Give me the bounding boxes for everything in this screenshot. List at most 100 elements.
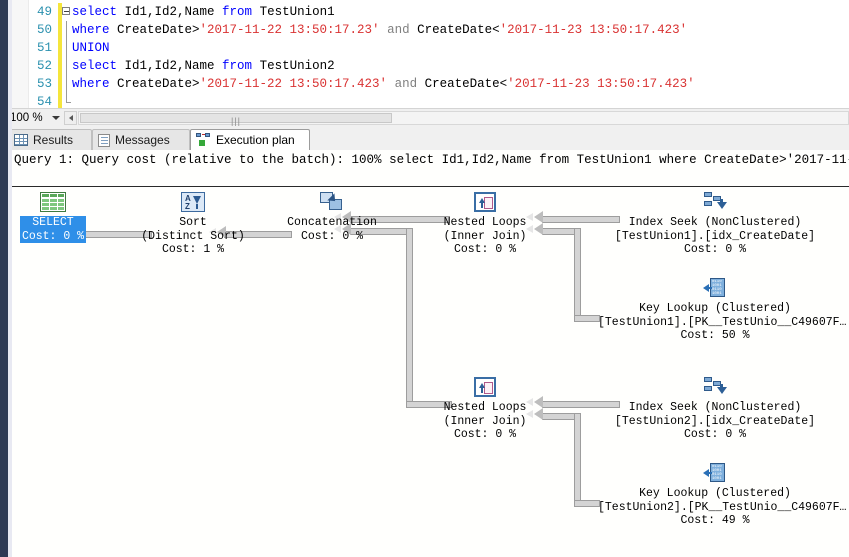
plan-node-sort[interactable]: AZ Sort (Distinct Sort) Cost: 1 % — [127, 192, 259, 257]
plan-node-index-seek-1-line-1: Index Seek (NonClustered) — [628, 216, 802, 229]
plan-header-line-2: select Id1,Id2,Name from TestUnion1 wher… — [389, 153, 849, 167]
hscroll-grip-icon: ||| — [231, 116, 242, 126]
plan-node-sort-line-3: Cost: 1 % — [161, 243, 225, 256]
line-number: 51 — [36, 41, 52, 55]
plan-node-key-lookup-1-line-3: Cost: 50 % — [680, 329, 750, 342]
plan-node-sort-labels: Sort (Distinct Sort) Cost: 1 % — [127, 216, 259, 257]
plan-node-key-lookup-2-line-2: [TestUnion2].[PK__TestUnio__C49607F… — [598, 500, 847, 514]
hscroll-left-button[interactable] — [64, 111, 77, 125]
plan-node-index-seek-1[interactable]: Index Seek (NonClustered) [TestUnion1].[… — [598, 192, 832, 257]
plan-node-nested-loops-2[interactable]: Nested Loops (Inner Join) Cost: 0 % — [430, 377, 540, 442]
plan-node-key-lookup-2[interactable]: 0110 1001 0110 1001 Key Lookup (Clustered) … — [598, 463, 847, 528]
connector-loops2-to-lookup2[interactable] — [574, 500, 600, 507]
line-number: 49 — [36, 5, 52, 19]
plan-node-select-labels: SELECT Cost: 0 % — [19, 216, 87, 243]
plan-header: Query 1: Query cost (relative to the bat… — [14, 152, 849, 168]
ssms-query-window: 49 select Id1,Id2,Name from TestUnion1 50 w… — [0, 0, 849, 557]
plan-node-select-line-2: Cost: 0 % — [21, 229, 85, 243]
plan-node-sort-line-2: (Distinct Sort) — [141, 229, 245, 243]
plan-node-key-lookup-1-line-2: [TestUnion1].[PK__TestUnio__C49607F… — [598, 315, 847, 329]
plan-node-sort-line-1: Sort — [179, 216, 207, 229]
code-token: select — [72, 5, 125, 19]
code-line[interactable]: 54 — [12, 93, 849, 108]
tab-messages[interactable]: Messages — [92, 129, 190, 150]
plan-node-key-lookup-1[interactable]: 0110 1001 0110 1001 Key Lookup (Clustered) … — [598, 278, 847, 343]
code-line[interactable]: 50 where CreateDate>'2017-11-22 13:50:17.… — [12, 21, 849, 39]
execution-plan-canvas[interactable]: Query 1: Query cost (relative to the bat… — [12, 150, 849, 557]
code-token: UNION — [72, 41, 110, 55]
execution-plan-icon — [196, 133, 211, 147]
code-token: CreateDate< — [417, 23, 500, 37]
tab-results[interactable]: Results — [8, 129, 92, 150]
sql-code-editor[interactable]: 49 select Id1,Id2,Name from TestUnion1 50 w… — [12, 0, 849, 108]
nested-loops-icon — [474, 192, 496, 212]
plan-node-key-lookup-2-line-3: Cost: 49 % — [680, 514, 750, 527]
connector-loops1-to-lookup1[interactable] — [574, 315, 600, 322]
code-token: CreateDate< — [424, 77, 508, 91]
index-seek-icon — [703, 192, 727, 212]
plan-node-index-seek-1-line-3: Cost: 0 % — [683, 243, 747, 256]
code-token: and — [387, 77, 425, 91]
code-fold-line — [62, 39, 72, 57]
plan-node-index-seek-2-line-2: [TestUnion2].[idx_CreateDate] — [614, 414, 816, 428]
plan-node-nested-loops-2-line-1: Nested Loops — [443, 401, 527, 414]
window-left-gutter — [8, 0, 12, 557]
sort-icon: AZ — [181, 192, 205, 212]
connector-loops1-vertical[interactable] — [574, 228, 581, 322]
chevron-down-icon[interactable] — [52, 116, 60, 120]
code-fold-line — [62, 75, 72, 93]
key-lookup-icon: 0110 1001 0110 1001 — [703, 463, 727, 483]
connector-concat-vertical[interactable] — [406, 228, 413, 408]
connector-loops2-vertical[interactable] — [574, 413, 581, 507]
plan-node-index-seek-1-line-2: [TestUnion1].[idx_CreateDate] — [614, 229, 816, 243]
tab-results-label: Results — [33, 133, 74, 147]
code-token: select — [72, 59, 125, 73]
code-token: CreateDate> — [117, 23, 200, 37]
tab-execution-plan-label: Execution plan — [216, 133, 295, 147]
code-token: from — [222, 59, 260, 73]
code-token: Id1,Id2,Name — [124, 5, 223, 19]
code-token: where — [72, 77, 118, 91]
zoom-level-label: 100 % — [10, 112, 43, 124]
plan-node-concatenation[interactable]: Concatenation Cost: 0 % — [274, 192, 390, 243]
code-token: TestUnion2 — [259, 59, 335, 73]
line-number: 54 — [36, 95, 52, 108]
plan-node-key-lookup-2-line-1: Key Lookup (Clustered) — [639, 487, 791, 500]
plan-node-key-lookup-2-labels: Key Lookup (Clustered) [TestUnion2].[PK_… — [598, 487, 847, 528]
plan-node-concatenation-line-1: Concatenation — [287, 216, 377, 229]
document-icon — [98, 133, 110, 147]
key-lookup-icon: 0110 1001 0110 1001 — [703, 278, 727, 298]
plan-node-index-seek-2-labels: Index Seek (NonClustered) [TestUnion2].[… — [598, 401, 832, 442]
code-token: '2017-11-22 13:50:17.23' — [199, 23, 380, 37]
plan-node-nested-loops-1-line-2: (Inner Join) — [443, 229, 527, 243]
code-token: '2017-11-23 13:50:17.423' — [507, 77, 695, 91]
plan-header-divider — [12, 186, 849, 187]
code-line[interactable]: 49 select Id1,Id2,Name from TestUnion1 — [12, 3, 849, 21]
tab-execution-plan[interactable]: Execution plan — [190, 129, 310, 150]
plan-node-concatenation-line-2: Cost: 0 % — [300, 229, 364, 243]
plan-node-nested-loops-2-line-2: (Inner Join) — [443, 414, 527, 428]
plan-node-nested-loops-2-line-3: Cost: 0 % — [453, 428, 517, 441]
plan-node-key-lookup-1-line-1: Key Lookup (Clustered) — [639, 302, 791, 315]
window-left-edge — [0, 0, 8, 557]
code-fold-toggle-icon[interactable] — [62, 3, 72, 21]
hscroll-thumb[interactable]: ||| — [80, 113, 392, 126]
plan-node-index-seek-2-line-3: Cost: 0 % — [683, 428, 747, 441]
code-token: CreateDate> — [117, 77, 200, 91]
plan-node-index-seek-2[interactable]: Index Seek (NonClustered) [TestUnion2].[… — [598, 377, 832, 442]
editor-horizontal-scrollbar[interactable]: ||| — [78, 111, 849, 126]
plan-node-select[interactable]: SELECT Cost: 0 % — [18, 192, 88, 243]
plan-node-nested-loops-1-labels: Nested Loops (Inner Join) Cost: 0 % — [430, 216, 540, 257]
code-line[interactable]: 51 UNION — [12, 39, 849, 57]
plan-node-nested-loops-1[interactable]: Nested Loops (Inner Join) Cost: 0 % — [430, 192, 540, 257]
code-line[interactable]: 53 where CreateDate>'2017-11-22 13:50:17.… — [12, 75, 849, 93]
plan-node-index-seek-2-line-1: Index Seek (NonClustered) — [628, 401, 802, 414]
code-token: TestUnion1 — [259, 5, 335, 19]
plan-node-select-line-1: SELECT — [32, 216, 74, 229]
nested-loops-icon — [474, 377, 496, 397]
grid-icon — [14, 134, 28, 146]
code-token: and — [379, 23, 418, 37]
plan-node-nested-loops-1-line-1: Nested Loops — [443, 216, 527, 229]
code-fold-line — [62, 57, 72, 75]
code-line[interactable]: 52 select Id1,Id2,Name from TestUnion2 — [12, 57, 849, 75]
